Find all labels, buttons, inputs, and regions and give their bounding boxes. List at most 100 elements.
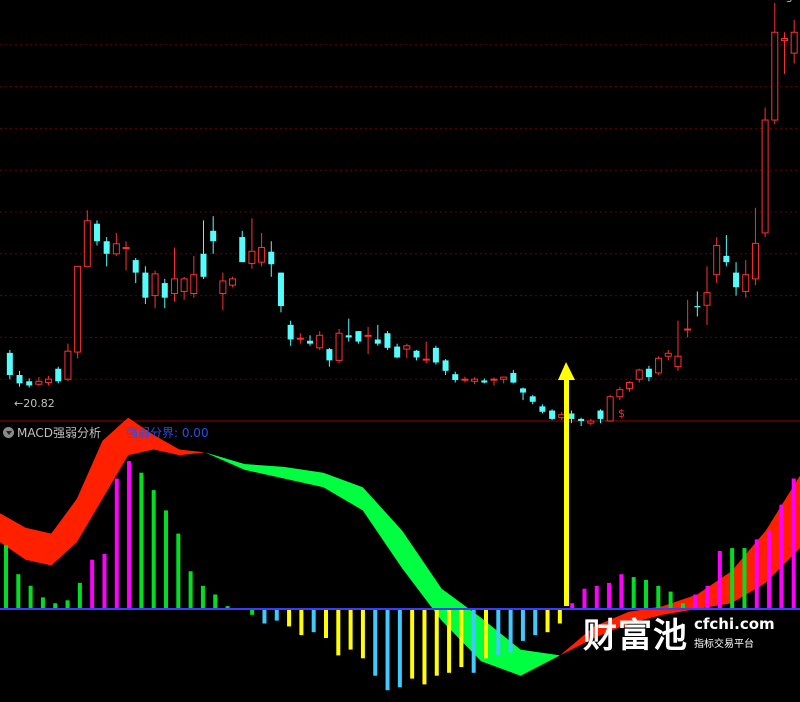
macd-bar xyxy=(262,609,267,624)
macd-bar xyxy=(348,609,353,650)
candle xyxy=(733,262,740,296)
candle-body-up xyxy=(219,280,227,295)
candle-body-down xyxy=(132,260,139,273)
candle-body-up xyxy=(635,369,643,380)
macd-bar xyxy=(385,609,390,691)
candle xyxy=(384,331,391,350)
candle-body-down xyxy=(597,410,604,419)
macd-bar xyxy=(471,609,476,673)
candle xyxy=(394,343,401,359)
candle xyxy=(664,349,672,361)
candle-body-down xyxy=(103,241,110,254)
candle-body-up xyxy=(751,242,759,280)
candle-body-up xyxy=(83,220,91,267)
macd-bar xyxy=(767,530,772,609)
macd-bar xyxy=(176,533,181,609)
candle-body-down xyxy=(326,349,333,361)
candle xyxy=(510,370,517,384)
macd-bar xyxy=(299,609,304,636)
candle xyxy=(606,395,614,422)
candle xyxy=(471,377,479,385)
macd-bar xyxy=(77,582,82,609)
candle xyxy=(307,335,314,346)
candle-body-up xyxy=(664,352,672,357)
candle xyxy=(461,376,469,383)
macd-bar xyxy=(114,478,119,609)
candle-body-up xyxy=(45,378,53,384)
candle-body-up xyxy=(742,274,750,292)
candle xyxy=(296,333,304,344)
macd-bar xyxy=(311,609,316,633)
candle-body-down xyxy=(268,251,275,265)
indicator-header[interactable]: MACD强弱分析 xyxy=(3,424,101,441)
candle-body-up xyxy=(422,358,430,361)
macd-bar xyxy=(65,600,70,609)
candle xyxy=(26,378,33,388)
candle-body-down xyxy=(6,352,13,376)
candle-body-up xyxy=(151,273,159,297)
candle-body-down xyxy=(432,347,439,363)
macd-bar xyxy=(668,591,673,609)
candle xyxy=(442,359,449,376)
macd-bar xyxy=(434,609,439,676)
macd-bar xyxy=(213,594,218,609)
candle-body-down xyxy=(578,418,585,421)
macd-bar xyxy=(447,609,452,673)
candle xyxy=(6,349,13,380)
candle xyxy=(248,218,256,269)
candle xyxy=(132,257,139,284)
candle xyxy=(316,331,324,350)
candle xyxy=(413,349,420,361)
candle-body-up xyxy=(64,350,72,380)
candle-body-up xyxy=(490,378,498,381)
candle xyxy=(335,329,343,364)
watermark-subtitle: 指标交易平台 xyxy=(694,639,754,650)
candle xyxy=(790,19,798,64)
macd-bar xyxy=(582,588,587,609)
candle-body-down xyxy=(26,381,33,386)
signal-arrow xyxy=(558,362,575,606)
candle-body-down xyxy=(277,272,284,307)
macd-bar xyxy=(40,597,45,609)
candle-body-up xyxy=(180,278,188,292)
candle-body-up xyxy=(713,244,721,276)
arrow-shaft xyxy=(564,377,569,606)
macd-bar xyxy=(410,609,415,679)
macd-bar xyxy=(779,504,784,609)
candle-body-down xyxy=(694,306,701,308)
macd-bar xyxy=(16,574,21,609)
candle-body-down xyxy=(384,333,391,348)
candle xyxy=(45,375,53,386)
candle xyxy=(151,270,159,309)
candle-body-up xyxy=(616,389,624,398)
candle xyxy=(287,320,294,346)
candle-body-up xyxy=(471,378,479,382)
watermark: 财富池 cfchi.com 指标交易平台 xyxy=(583,608,775,657)
macd-bar xyxy=(545,609,550,633)
candle xyxy=(277,272,284,313)
candle xyxy=(93,220,100,246)
macd-bar xyxy=(717,551,722,609)
candle-body-up xyxy=(190,274,198,295)
candle-body-down xyxy=(239,237,246,263)
candle-body-down xyxy=(161,283,168,298)
macd-bar xyxy=(705,585,710,609)
macd-bar xyxy=(754,539,759,609)
candlestick-series xyxy=(6,3,798,427)
candle xyxy=(83,210,91,267)
candle-body-down xyxy=(645,368,652,378)
macd-bar xyxy=(102,553,107,609)
indicator-name: MACD强弱分析 xyxy=(17,426,101,440)
circle-chevron-down-icon[interactable] xyxy=(3,427,14,438)
candle-body-up xyxy=(122,247,130,250)
top-corner-value: 3 xyxy=(786,0,792,5)
candle xyxy=(761,107,769,238)
candle-body-down xyxy=(481,380,488,383)
macd-bar xyxy=(324,609,328,638)
watermark-logo: 财富池 xyxy=(583,616,688,656)
candle-body-down xyxy=(355,331,362,342)
candle xyxy=(190,255,198,298)
candle-body-up xyxy=(296,337,304,340)
candle-body-up xyxy=(316,334,324,349)
candle xyxy=(258,232,266,267)
